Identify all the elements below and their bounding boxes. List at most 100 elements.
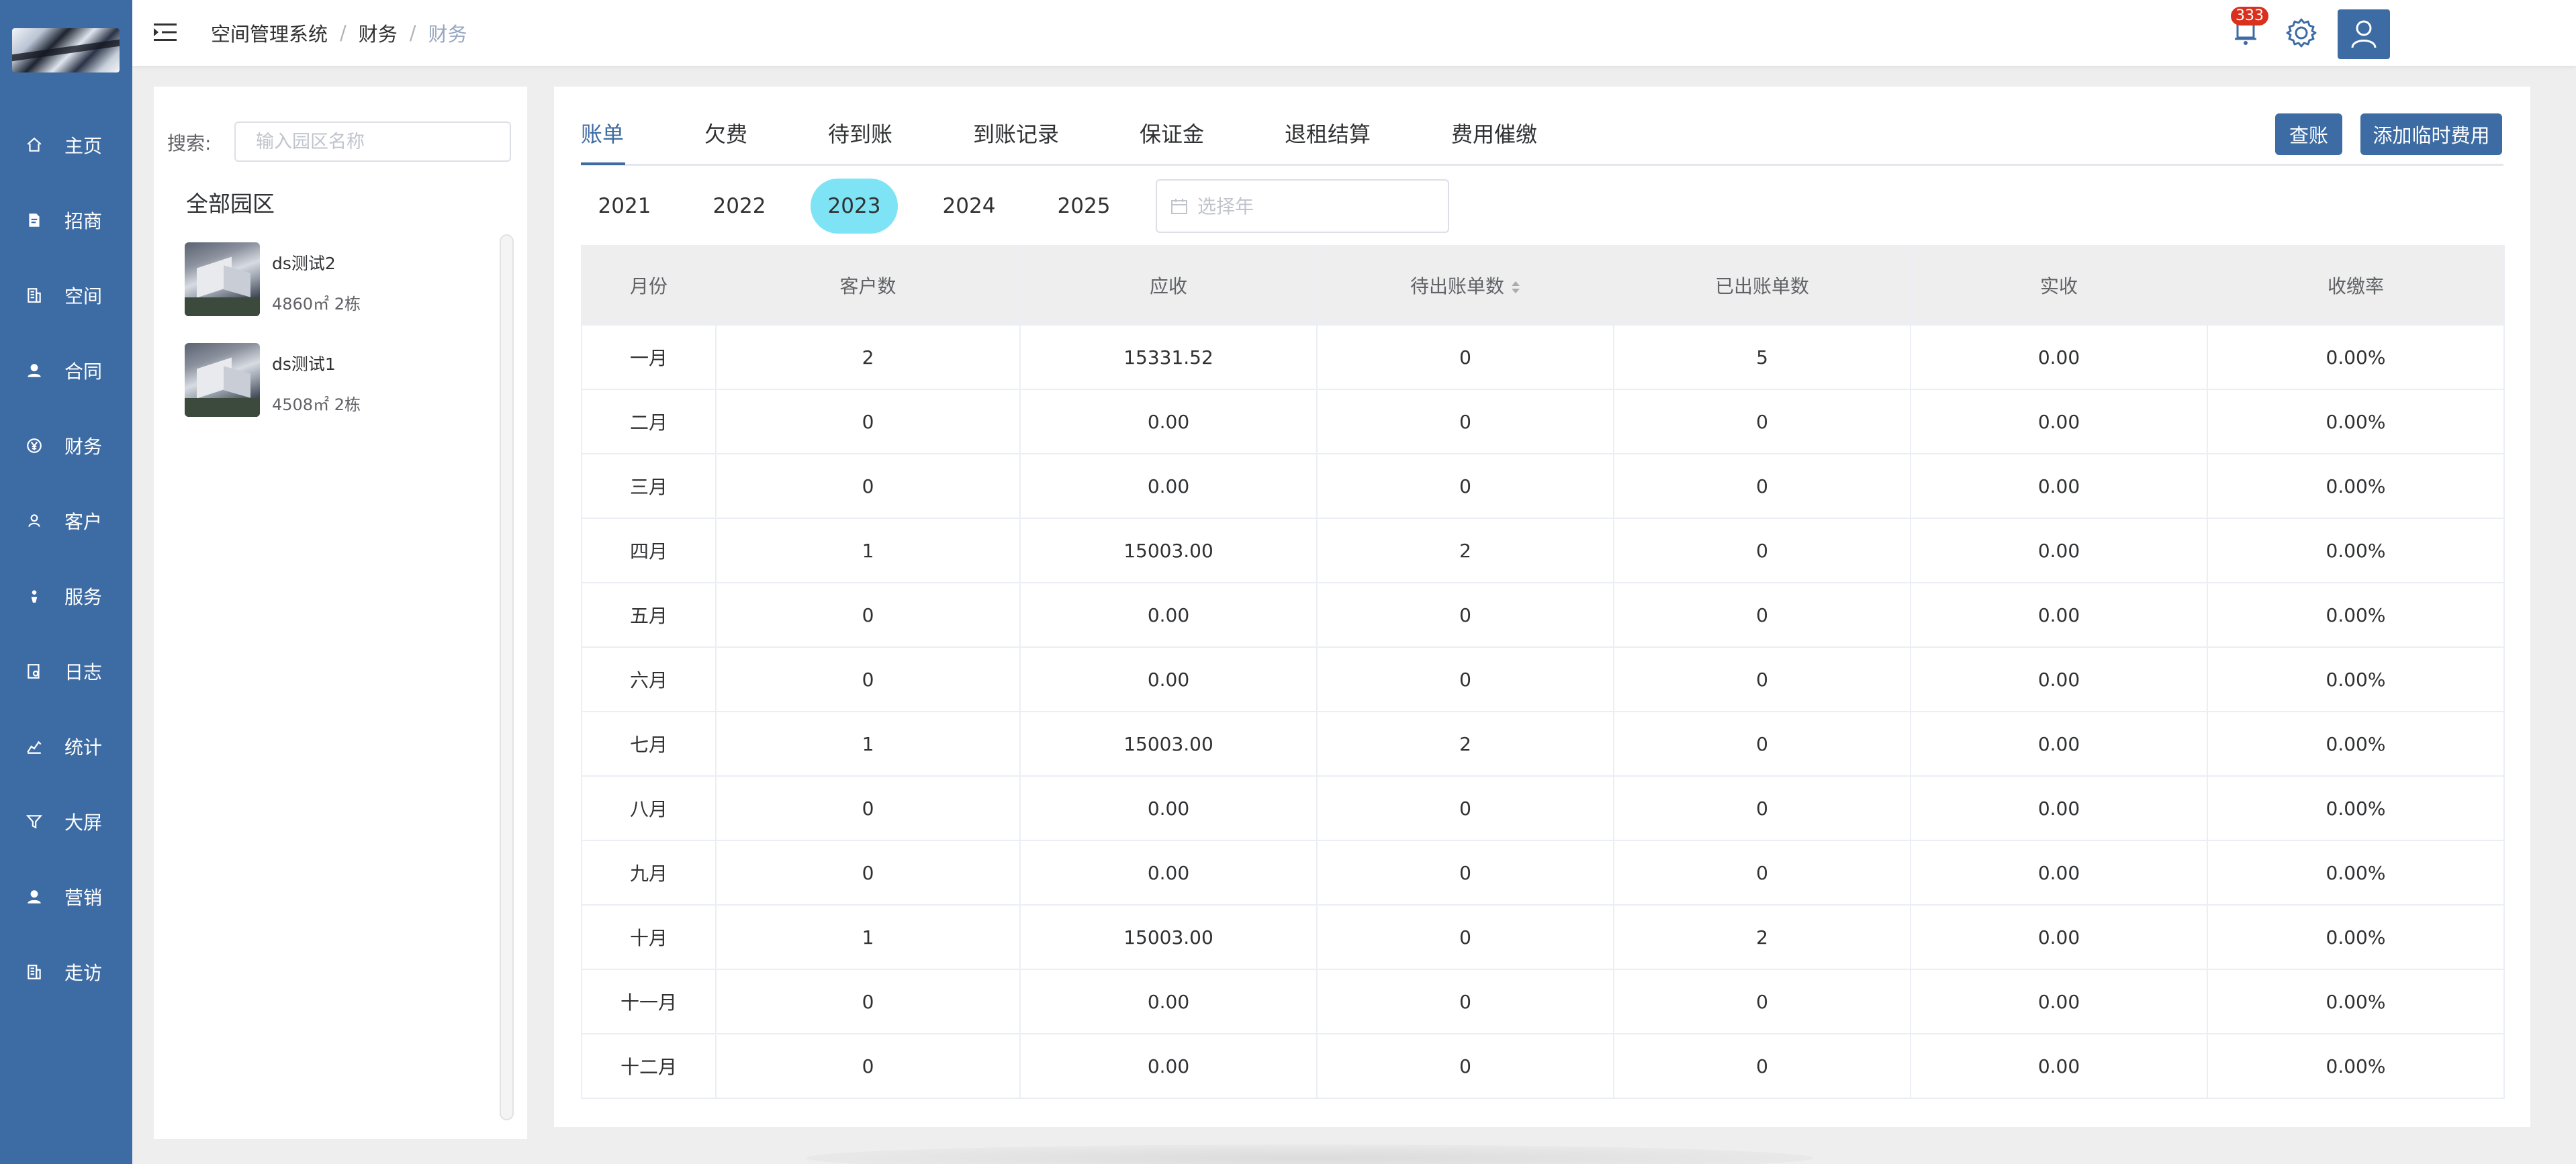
cell-received: 0.00: [1910, 775, 2208, 841]
park-item[interactable]: ds测试2 4860㎡ 2栋: [185, 242, 494, 343]
park-name: ds测试2: [272, 254, 336, 273]
cell-collection-rate: 0.00%: [2207, 904, 2505, 970]
cell-collection-rate: 0.00%: [2207, 969, 2505, 1034]
cell-issued-bills: 0: [1613, 1033, 1911, 1099]
table-row[interactable]: 九月 0 0.00 0 0 0.00 0.00%: [581, 840, 2505, 906]
active-tab-indicator: [581, 162, 625, 165]
park-list-scrollbar[interactable]: [500, 234, 514, 1120]
user-avatar-button[interactable]: [2338, 9, 2390, 59]
sidebar-item-investment[interactable]: 招商: [0, 183, 132, 258]
sort-icon[interactable]: [1511, 280, 1520, 295]
cell-receivable: 0.00: [1019, 582, 1318, 648]
sidebar-item-home[interactable]: 主页: [0, 107, 132, 183]
cell-month: 三月: [581, 453, 717, 519]
sidebar-item-marketing[interactable]: 营销: [0, 859, 132, 934]
marketing-icon: [26, 888, 43, 906]
cell-month: 八月: [581, 775, 717, 841]
year-picker[interactable]: [1156, 179, 1449, 233]
breadcrumb-separator: /: [340, 21, 347, 44]
sidebar-item-statistics[interactable]: 统计: [0, 709, 132, 784]
table-row[interactable]: 七月 1 15003.00 2 0 0.00 0.00%: [581, 711, 2505, 777]
breadcrumb: 空间管理系统 / 财务 / 财务: [211, 19, 467, 47]
park-item[interactable]: ds测试1 4508㎡ 2栋: [185, 343, 494, 444]
add-temporary-fee-button[interactable]: 添加临时费用: [2360, 113, 2502, 155]
table-row[interactable]: 二月 0 0.00 0 0 0.00 0.00%: [581, 389, 2505, 454]
table-header-row: 月份 客户数 应收 待出账单数 已出账单数 实收 收缴率: [581, 245, 2505, 326]
tab-fee-reminder[interactable]: 费用催缴: [1451, 117, 1537, 148]
sidebar-item-finance[interactable]: 财务: [0, 408, 132, 483]
sidebar-item-label: 大屏: [64, 812, 103, 834]
finance-tabs: 账单 欠费 待到账 到账记录 保证金 退租结算 费用催缴: [581, 87, 2503, 166]
column-header-collection-rate: 收缴率: [2207, 245, 2505, 326]
cell-received: 0.00: [1910, 646, 2208, 712]
table-row[interactable]: 四月 1 15003.00 2 0 0.00 0.00%: [581, 518, 2505, 583]
park-list: ds测试2 4860㎡ 2栋 ds测试1 4508㎡ 2栋: [185, 242, 494, 444]
sidebar-item-big-screen[interactable]: 大屏: [0, 784, 132, 859]
tree-root-all-parks[interactable]: 全部园区: [186, 186, 275, 218]
cell-pending-bills: 0: [1316, 646, 1614, 712]
year-option-2024[interactable]: 2024: [925, 179, 1013, 234]
column-header-month: 月份: [581, 245, 717, 326]
column-header-received: 实收: [1910, 245, 2208, 326]
tab-arrears[interactable]: 欠费: [704, 117, 747, 148]
menu-fold-icon[interactable]: [154, 22, 177, 42]
check-bills-button[interactable]: 查账: [2275, 113, 2342, 155]
cell-receivable: 0.00: [1019, 969, 1318, 1034]
table-row[interactable]: 一月 2 15331.52 0 5 0.00 0.00%: [581, 324, 2505, 390]
cell-received: 0.00: [1910, 969, 2208, 1034]
year-option-2021[interactable]: 2021: [581, 179, 668, 234]
logo-image: [12, 28, 120, 72]
sidebar-item-contract[interactable]: 合同: [0, 333, 132, 408]
table-row[interactable]: 六月 0 0.00 0 0 0.00 0.00%: [581, 646, 2505, 712]
sidebar-nav: 主页 招商 空间 合同 财务 客户 服务 日志 统计 大屏 营销 走访: [0, 107, 132, 1010]
table-row[interactable]: 十一月 0 0.00 0 0 0.00 0.00%: [581, 969, 2505, 1034]
cell-customer-count: 1: [715, 518, 1021, 583]
cell-received: 0.00: [1910, 453, 2208, 519]
sidebar-item-log[interactable]: 日志: [0, 634, 132, 709]
cell-issued-bills: 0: [1613, 711, 1911, 777]
document-icon: [26, 211, 43, 229]
park-search-input[interactable]: [234, 122, 511, 162]
table-row[interactable]: 三月 0 0.00 0 0 0.00 0.00%: [581, 453, 2505, 519]
tab-deposit[interactable]: 保证金: [1140, 117, 1204, 148]
year-option-2025[interactable]: 2025: [1040, 179, 1128, 234]
year-picker-input[interactable]: [1197, 195, 1439, 217]
cell-customer-count: 1: [715, 904, 1021, 970]
cell-pending-bills: 0: [1316, 453, 1614, 519]
table-row[interactable]: 十二月 0 0.00 0 0 0.00 0.00%: [581, 1033, 2505, 1099]
tab-move-out-settlement[interactable]: 退租结算: [1285, 117, 1371, 148]
cell-month: 七月: [581, 711, 717, 777]
cell-pending-bills: 2: [1316, 711, 1614, 777]
table-row[interactable]: 八月 0 0.00 0 0 0.00 0.00%: [581, 775, 2505, 841]
sidebar-item-label: 统计: [64, 736, 103, 759]
tab-pending-receipt[interactable]: 待到账: [828, 117, 892, 148]
sidebar-item-space[interactable]: 空间: [0, 258, 132, 333]
column-header-pending-bills[interactable]: 待出账单数: [1316, 245, 1614, 326]
table-row[interactable]: 五月 0 0.00 0 0 0.00 0.00%: [581, 582, 2505, 648]
cell-receivable: 15003.00: [1019, 518, 1318, 583]
cell-received: 0.00: [1910, 840, 2208, 906]
cell-receivable: 15331.52: [1019, 324, 1318, 390]
service-icon: [26, 587, 43, 605]
sidebar-item-service[interactable]: 服务: [0, 559, 132, 634]
sidebar-item-customer[interactable]: 客户: [0, 483, 132, 559]
sidebar-item-visit[interactable]: 走访: [0, 934, 132, 1010]
cell-month: 十二月: [581, 1033, 717, 1099]
breadcrumb-separator: /: [409, 21, 416, 44]
tab-receipt-records[interactable]: 到账记录: [973, 117, 1059, 148]
tab-bills[interactable]: 账单: [581, 117, 624, 148]
breadcrumb-item-finance[interactable]: 财务: [359, 19, 398, 47]
top-header: 空间管理系统 / 财务 / 财务: [132, 0, 2576, 66]
column-header-customer-count: 客户数: [715, 245, 1021, 326]
table-row[interactable]: 十月 1 15003.00 0 2 0.00 0.00%: [581, 904, 2505, 970]
breadcrumb-item-system[interactable]: 空间管理系统: [211, 19, 328, 47]
cell-pending-bills: 0: [1316, 582, 1614, 648]
cell-received: 0.00: [1910, 1033, 2208, 1099]
year-option-2022[interactable]: 2022: [696, 179, 783, 234]
year-option-2023[interactable]: 2023: [811, 179, 898, 234]
gear-icon[interactable]: [2286, 17, 2317, 48]
sidebar-item-label: 客户: [64, 511, 103, 533]
cell-month: 十月: [581, 904, 717, 970]
user-icon: [26, 362, 43, 379]
cell-month: 四月: [581, 518, 717, 583]
